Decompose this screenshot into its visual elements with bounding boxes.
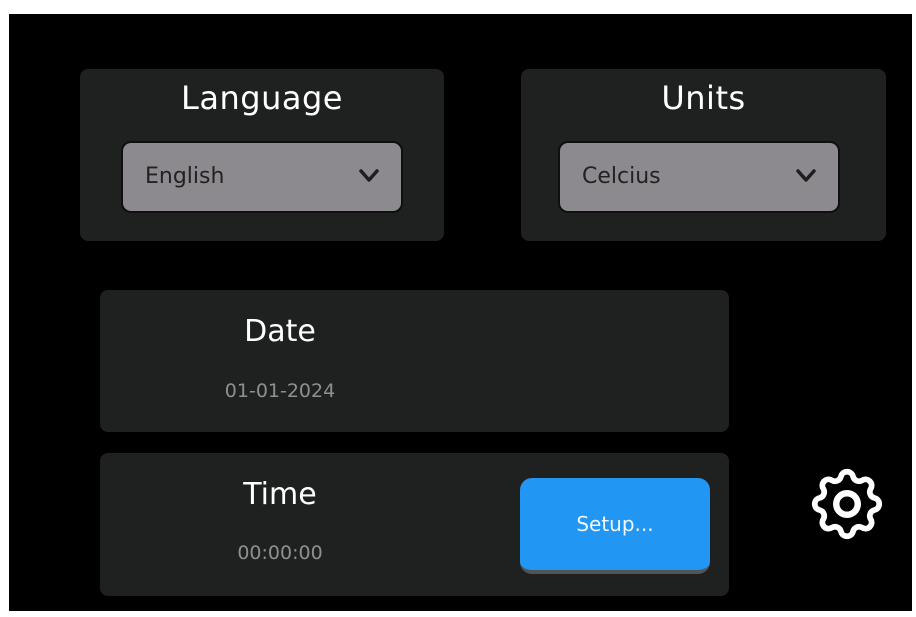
setup-button[interactable]: Setup... <box>520 478 710 574</box>
units-panel: Units Celcius <box>521 69 886 241</box>
language-dropdown[interactable]: English <box>121 141 403 213</box>
chevron-down-icon <box>359 169 379 182</box>
language-panel: Language English <box>80 69 444 241</box>
units-selected-value: Celcius <box>582 164 661 189</box>
language-selected-value: English <box>145 164 225 189</box>
units-title: Units <box>661 79 746 117</box>
time-label: Time <box>243 477 317 512</box>
time-panel: Time 00:00:00 Setup... <box>100 453 729 596</box>
date-value: 01-01-2024 <box>224 380 336 402</box>
chevron-down-icon <box>796 169 816 182</box>
date-panel: Date 01-01-2024 <box>100 290 729 432</box>
units-dropdown[interactable]: Celcius <box>558 141 840 213</box>
date-label: Date <box>244 314 316 349</box>
language-title: Language <box>181 79 343 117</box>
time-value: 00:00:00 <box>237 542 323 564</box>
settings-screen: Language English Units Celcius Date 01-0… <box>9 14 912 611</box>
gear-icon[interactable] <box>804 461 890 547</box>
